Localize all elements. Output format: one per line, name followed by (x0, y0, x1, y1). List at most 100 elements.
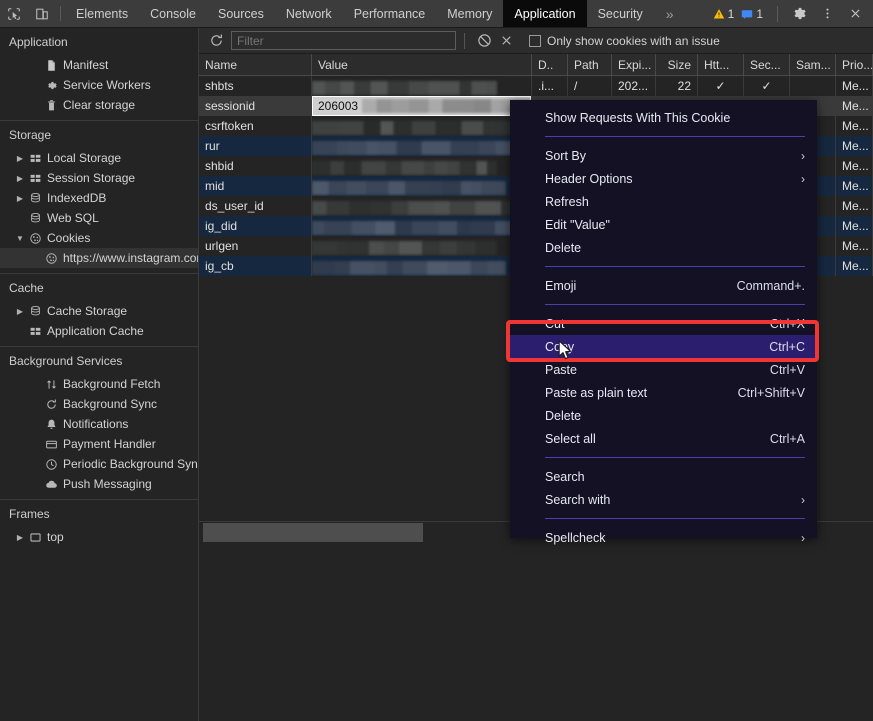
cell-priority[interactable]: Me... (836, 256, 873, 276)
cell-priority[interactable]: Me... (836, 136, 873, 156)
sidebar-item-clear-storage[interactable]: ▶Clear storage (0, 95, 198, 115)
chevron-right-icon[interactable]: ▶ (14, 194, 26, 203)
cell-samesite[interactable] (790, 76, 836, 96)
menu-item-refresh[interactable]: Refresh (510, 190, 817, 213)
menu-item-header-options[interactable]: Header Options › (510, 167, 817, 190)
cell-name[interactable]: rur (199, 136, 312, 156)
menu-item-spellcheck[interactable]: Spellcheck › (510, 526, 817, 549)
sidebar-item-session-storage[interactable]: ▶ Session Storage (0, 168, 198, 188)
column-header[interactable]: D.. (532, 54, 568, 75)
menu-item-emoji[interactable]: Emoji Command+. (510, 274, 817, 297)
chevron-down-icon[interactable]: ▼ (14, 234, 26, 243)
tab-console[interactable]: Console (139, 0, 207, 27)
cell-name[interactable]: ig_did (199, 216, 312, 236)
column-header[interactable]: Expi... (612, 54, 656, 75)
column-header[interactable]: Name (199, 54, 312, 75)
column-header[interactable]: Size (656, 54, 698, 75)
menu-item-select-all[interactable]: Select all Ctrl+A (510, 427, 817, 450)
sidebar-item-periodic-background-sync[interactable]: ▶Periodic Background Sync (0, 454, 198, 474)
tab-application[interactable]: Application (503, 0, 587, 27)
cell-name[interactable]: csrftoken (199, 116, 312, 136)
menu-item-sort-by[interactable]: Sort By › (510, 144, 817, 167)
column-header[interactable]: Value (312, 54, 532, 75)
table-row[interactable]: shbts .i... / 202... 22 ✓ ✓ Me... (199, 76, 873, 96)
cell-value[interactable] (312, 116, 532, 136)
cell-value[interactable] (312, 136, 532, 156)
menu-item-cut[interactable]: Cut Ctrl+X (510, 312, 817, 335)
menu-item-search-with[interactable]: Search with › (510, 488, 817, 511)
cell-name[interactable]: shbts (199, 76, 312, 96)
cell-name[interactable]: urlgen (199, 236, 312, 256)
sidebar-item-cookies[interactable]: ▼ Cookies (0, 228, 198, 248)
cell-priority[interactable]: Me... (836, 236, 873, 256)
chevron-right-icon[interactable]: ▶ (14, 533, 26, 542)
more-vertical-icon[interactable] (813, 7, 841, 20)
sidebar-item-indexeddb[interactable]: ▶ IndexedDB (0, 188, 198, 208)
message-badge[interactable]: 1 (741, 7, 763, 21)
menu-item-paste-as-plain-text[interactable]: Paste as plain text Ctrl+Shift+V (510, 381, 817, 404)
column-header[interactable]: Prio... (836, 54, 873, 75)
sidebar-item-application-cache[interactable]: ▶Application Cache (0, 321, 198, 341)
chevron-right-icon[interactable]: ▶ (14, 307, 26, 316)
refresh-icon[interactable] (205, 30, 227, 52)
sidebar-item-notifications[interactable]: ▶Notifications (0, 414, 198, 434)
sidebar-item-manifest[interactable]: ▶Manifest (0, 55, 198, 75)
cell-name[interactable]: shbid (199, 156, 312, 176)
cell-priority[interactable]: Me... (836, 196, 873, 216)
cell-name[interactable]: ig_cb (199, 256, 312, 276)
clear-all-icon[interactable] (473, 30, 495, 52)
sidebar-item-cache-storage[interactable]: ▶ Cache Storage (0, 301, 198, 321)
cell-priority[interactable]: Me... (836, 116, 873, 136)
menu-item-edit-value[interactable]: Edit "Value" (510, 213, 817, 236)
tab-performance[interactable]: Performance (343, 0, 437, 27)
cell-size[interactable]: 22 (656, 76, 698, 96)
sidebar-item-local-storage[interactable]: ▶ Local Storage (0, 148, 198, 168)
scrollbar-thumb[interactable] (203, 523, 423, 542)
tab-sources[interactable]: Sources (207, 0, 275, 27)
application-sidebar[interactable]: Application▶Manifest▶Service Workers▶Cle… (0, 28, 199, 721)
sidebar-item-background-fetch[interactable]: ▶Background Fetch (0, 374, 198, 394)
tab-memory[interactable]: Memory (436, 0, 503, 27)
cell-value[interactable] (312, 216, 532, 236)
value-edit-field[interactable]: 206003 (312, 96, 531, 116)
cell-secure[interactable]: ✓ (744, 76, 790, 96)
menu-item-delete[interactable]: Delete (510, 236, 817, 259)
sidebar-item-background-sync[interactable]: ▶Background Sync (0, 394, 198, 414)
cell-priority[interactable]: Me... (836, 216, 873, 236)
cell-value[interactable] (312, 196, 532, 216)
sidebar-item-top[interactable]: ▶ top (0, 527, 198, 547)
chevron-right-icon[interactable]: ▶ (14, 154, 26, 163)
tab-security[interactable]: Security (587, 0, 654, 27)
cell-priority[interactable]: Me... (836, 76, 873, 96)
more-tabs-button[interactable]: » (654, 0, 686, 27)
only-show-issue-cookies-checkbox[interactable]: Only show cookies with an issue (529, 34, 720, 48)
cell-value[interactable] (312, 156, 532, 176)
sidebar-item-web-sql[interactable]: ▶Web SQL (0, 208, 198, 228)
column-header[interactable]: Sec... (744, 54, 790, 75)
cell-priority[interactable]: Me... (836, 156, 873, 176)
column-header[interactable]: Sam... (790, 54, 836, 75)
menu-item-search[interactable]: Search (510, 465, 817, 488)
cell-value[interactable] (312, 176, 532, 196)
sidebar-item-push-messaging[interactable]: ▶Push Messaging (0, 474, 198, 494)
inspect-element-icon[interactable] (0, 0, 28, 27)
cell-name[interactable]: sessionid (199, 96, 312, 116)
chevron-right-icon[interactable]: ▶ (14, 174, 26, 183)
close-icon[interactable] (841, 7, 869, 20)
cell-value[interactable] (312, 76, 532, 96)
tab-elements[interactable]: Elements (65, 0, 139, 27)
menu-item-copy[interactable]: CopyCtrl+C (510, 335, 817, 358)
warning-badge[interactable]: 1 (713, 7, 734, 21)
menu-item-paste[interactable]: Paste Ctrl+V (510, 358, 817, 381)
sidebar-item-https-www-instagram-com[interactable]: ▶https://www.instagram.com (0, 248, 198, 268)
cell-value[interactable] (312, 256, 532, 276)
checkbox-box[interactable] (529, 34, 541, 47)
menu-item-show-requests-with-this-cookie[interactable]: Show Requests With This Cookie (510, 106, 817, 129)
sidebar-item-payment-handler[interactable]: ▶Payment Handler (0, 434, 198, 454)
gear-icon[interactable] (785, 6, 813, 21)
cell-domain[interactable]: .i... (532, 76, 568, 96)
cell-priority[interactable]: Me... (836, 176, 873, 196)
delete-icon[interactable] (495, 30, 517, 52)
device-toolbar-icon[interactable] (28, 0, 56, 27)
column-header[interactable]: Path (568, 54, 612, 75)
